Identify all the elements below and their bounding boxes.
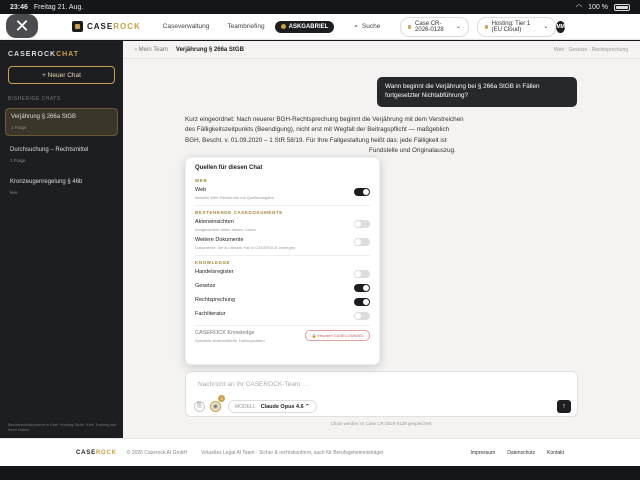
sidebar-section-label: BISHERIGE CHATS xyxy=(8,96,61,102)
brand-logo[interactable]: CASEROCK xyxy=(72,21,141,32)
search-icon: ⌕ xyxy=(354,22,358,30)
gabriel-dot-icon xyxy=(280,24,286,29)
toggle-akteneinsichten[interactable] xyxy=(354,220,370,228)
source-row-akteneinsichten: Akteneinsichten Ausgewertete Akten dieses… xyxy=(195,219,370,232)
source-tags: Web · Gesetze · Rechtsprechung xyxy=(553,46,628,53)
status-time: 23:46 xyxy=(10,3,28,11)
breadcrumb: ‹ Mein Team Verjährung § 266a StGB Web ·… xyxy=(123,41,640,59)
sidebar-footer-note: Berufsrechtskonform in Ihrer Hosting-Stu… xyxy=(8,421,117,432)
logo-icon xyxy=(72,21,83,32)
back-link[interactable]: ‹ Mein Team xyxy=(135,47,168,53)
battery-icon xyxy=(614,3,630,11)
paperclip-icon: ⎘ xyxy=(197,403,202,409)
page-title: Verjährung § 266a StGB xyxy=(175,46,244,53)
chevron-down-icon: ⌄ xyxy=(455,24,461,30)
sources-button[interactable]: ◉ xyxy=(210,401,221,412)
message-composer: Nachricht an Ihr CASEROCK-Team … ⎘ ◉ 3 M… xyxy=(185,371,578,417)
source-row-gesetze: Gesetze xyxy=(195,283,370,292)
case-dot-icon xyxy=(408,24,412,29)
model-selector[interactable]: MODELL Claude Opus 4.6 ⌃ xyxy=(228,400,317,413)
chat-item-active[interactable]: Verjährung § 266a StGB 1 Frage xyxy=(5,108,118,136)
toggle-gesetze[interactable] xyxy=(354,284,370,292)
attach-button[interactable]: ⎘ xyxy=(194,401,205,412)
home-bar xyxy=(0,466,640,480)
status-bar: 23:46 Freitag 21. Aug. ◠ 100 % xyxy=(0,0,640,14)
footer-tagline: Virtuelles Legal AI Team · Sicher & rech… xyxy=(201,449,384,456)
arrow-up-icon: ↑ xyxy=(562,403,566,410)
sources-count-badge: 3 xyxy=(218,395,225,402)
footer-link-datenschutz[interactable]: Datenschutz xyxy=(507,450,535,456)
search-button[interactable]: ⌕ Suche xyxy=(354,23,380,31)
ask-gabriel-button[interactable]: ASKGABRIEL xyxy=(274,20,335,33)
sources-popover: Quellen für diesen Chat WEB Web Aktuelle … xyxy=(185,157,380,365)
source-row-rechtsprechung: Rechtsprechung xyxy=(195,297,370,306)
footer-link-impressum[interactable]: Impressum xyxy=(471,450,496,456)
popover-title: Quellen für diesen Chat xyxy=(195,165,263,171)
footer-link-kontakt[interactable]: Kontakt xyxy=(547,450,564,456)
chat-item[interactable]: Durchsuchung – Rechtsmittel 1 Frage xyxy=(5,142,118,168)
toggle-handelsregister[interactable] xyxy=(354,270,370,278)
source-row-web: Web Aktuelle Web-Recherche mit Quellenang… xyxy=(195,187,370,200)
source-row-fachliteratur: Fachliteratur xyxy=(195,311,370,320)
app-root: 23:46 Freitag 21. Aug. ◠ 100 % ✕ CASEROC… xyxy=(0,0,640,480)
top-nav: CASEROCK Caseverwaltung Teambriefing ASK… xyxy=(0,14,640,40)
message-input[interactable]: Nachricht an Ihr CASEROCK-Team … xyxy=(198,381,309,388)
source-row-handelsregister: Handelsregister xyxy=(195,269,370,278)
answer-tail: Fundstelle und Originalauszug. xyxy=(369,147,456,154)
close-button[interactable]: ✕ xyxy=(6,14,38,38)
toggle-weitere-dokumente[interactable] xyxy=(354,238,370,246)
assistant-answer: Kurz eingeordnet: Nach neuerer BGH-Recht… xyxy=(185,116,464,144)
new-chat-button[interactable]: + Neuer Chat xyxy=(8,66,115,84)
requires-casecounsel-badge[interactable]: 🔒 erfordert CASECOUNSEL xyxy=(305,330,370,341)
hosting-selector[interactable]: Hosting: Tier 1 (EU Cloud) ⌄ xyxy=(476,16,557,37)
sidebar-title: CASEROCKCHAT xyxy=(8,51,79,58)
footer-logo: CASEROCK xyxy=(76,449,117,456)
source-row-weitere-dokumente: Weitere Dokumente Dokumente, die zu diese… xyxy=(195,237,370,250)
toggle-web[interactable] xyxy=(354,188,370,196)
close-icon: ✕ xyxy=(14,15,30,36)
source-row-caserock-knowledge: CASEROCK Knowledge Spezielle strafrechtli… xyxy=(195,330,370,343)
chevron-down-icon: ⌄ xyxy=(543,24,549,30)
case-save-note: Chats werden im Case CR-2026-0128 gespei… xyxy=(330,421,433,426)
footer-copyright: © 2026 Caserock AI GmbH xyxy=(126,449,188,456)
battery-percent: 100 % xyxy=(588,3,608,11)
user-avatar[interactable]: MM xyxy=(556,20,565,33)
toggle-fachliteratur[interactable] xyxy=(354,312,370,320)
user-message: Wann beginnt die Verjährung bei § 266a S… xyxy=(377,77,577,107)
nav-caseverwaltung[interactable]: Caseverwaltung xyxy=(163,23,210,30)
page-footer: CASEROCK © 2026 Caserock AI GmbH Virtuel… xyxy=(0,438,640,466)
section-web: WEB xyxy=(195,178,208,183)
wifi-icon: ◠ xyxy=(576,4,583,11)
case-selector[interactable]: Case CR-2026-0128 ⌄ xyxy=(400,16,469,37)
nav-teambriefing[interactable]: Teambriefing xyxy=(227,23,264,30)
sources-icon: ◉ xyxy=(212,404,219,410)
toggle-rechtsprechung[interactable] xyxy=(354,298,370,306)
send-button[interactable]: ↑ xyxy=(557,400,571,413)
section-knowledge: KNOWLEDGE xyxy=(195,260,231,265)
chat-item[interactable]: Kronzeugenregelung § 46b leer xyxy=(5,174,118,200)
sidebar: CASEROCKCHAT + Neuer Chat BISHERIGE CHAT… xyxy=(0,41,123,438)
section-casedocs: BESTEHENDE CASEDOKUMENTE xyxy=(195,210,283,215)
hosting-dot-icon xyxy=(484,24,488,29)
status-date: Freitag 21. Aug. xyxy=(33,3,84,11)
